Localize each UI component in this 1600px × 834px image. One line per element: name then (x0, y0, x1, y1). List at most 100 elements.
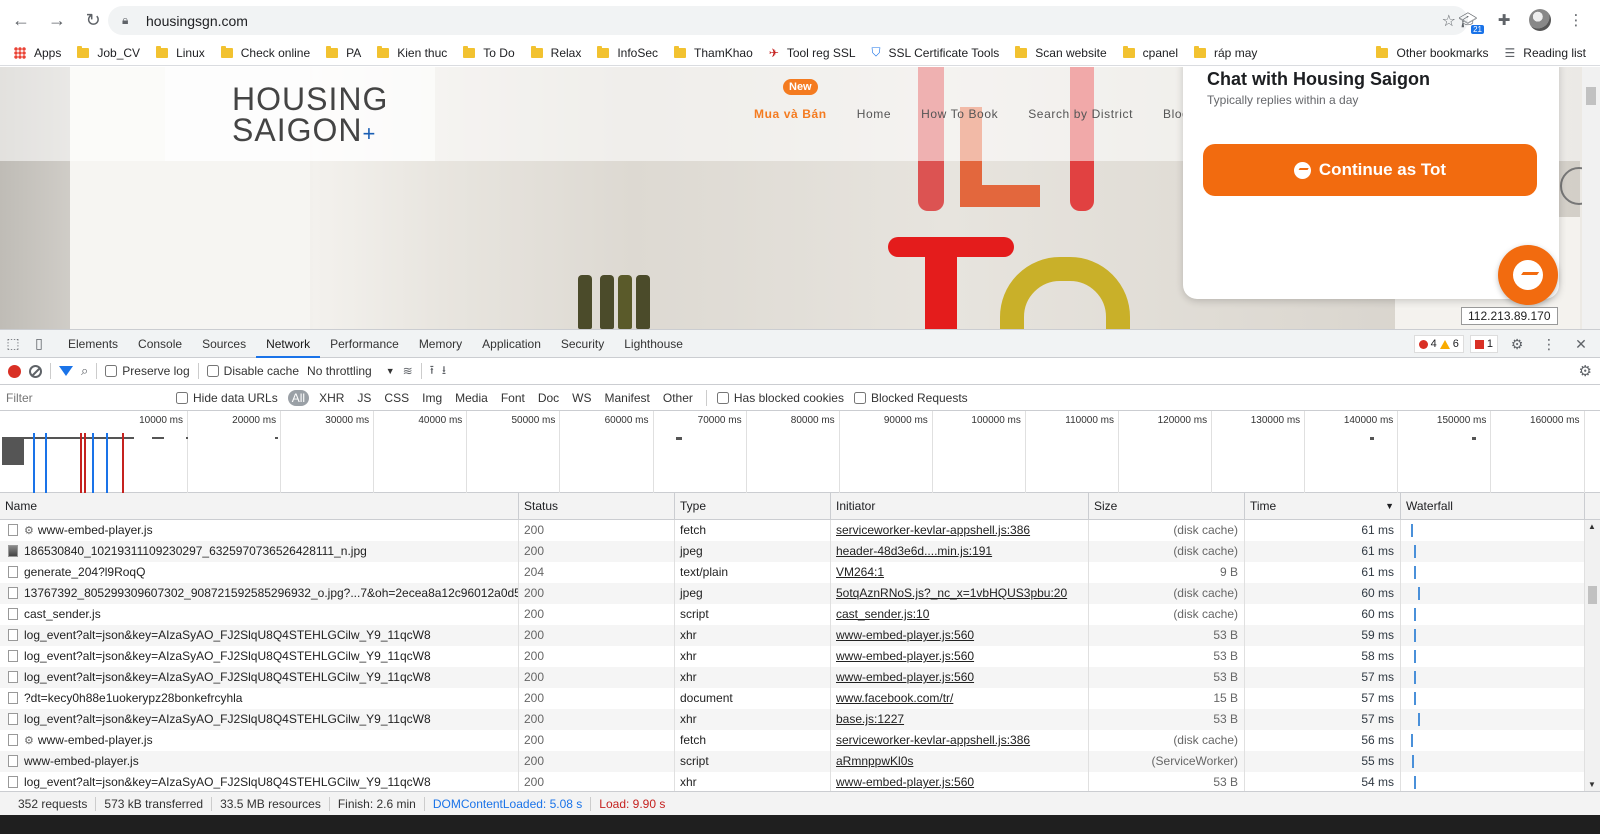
request-name[interactable]: 186530840_10219311109230297_632597073652… (0, 541, 519, 562)
type-filter-manifest[interactable]: Manifest (602, 390, 653, 406)
column-header-type[interactable]: Type (675, 493, 831, 519)
bookmark-item[interactable]: ✈ Tool reg SSL (769, 46, 856, 60)
bookmark-item[interactable]: Scan website (1015, 45, 1107, 60)
table-row[interactable]: ⚙ www-embed-player.js 200 fetch serviceworke… (0, 520, 1585, 541)
filter-input[interactable] (6, 387, 166, 408)
request-name[interactable]: log_event?alt=json&key=AIzaSyAO_FJ2SlqU8… (0, 646, 519, 667)
continue-chat-button[interactable]: Continue as Tot (1203, 144, 1537, 196)
type-filter-css[interactable]: CSS (381, 390, 412, 406)
settings-gear-icon[interactable]: ⚙ (1504, 331, 1530, 357)
request-name[interactable]: cast_sender.js (0, 604, 519, 625)
export-har-icon[interactable]: ⭳ (442, 361, 446, 382)
back-icon[interactable]: ← (6, 5, 36, 35)
table-row[interactable]: ?dt=kecy0h88e1uokerypz28bonkefrcyhla 200 d… (0, 688, 1585, 709)
request-initiator[interactable]: www-embed-player.js:560 (831, 667, 1089, 688)
nav-how-to-book[interactable]: How To Book (921, 107, 998, 121)
inspect-element-icon[interactable]: ⬚ (0, 331, 26, 357)
request-name[interactable]: ⚙ www-embed-player.js (0, 520, 519, 541)
request-initiator[interactable]: serviceworker-kevlar-appshell.js:386 (831, 730, 1089, 751)
table-row[interactable]: 13767392_805299309607302_908721592585296… (0, 583, 1585, 604)
type-filter-ws[interactable]: WS (569, 390, 594, 406)
bookmark-item[interactable]: ráp may (1194, 45, 1257, 60)
table-row[interactable]: generate_204?l9RoqQ 204 text/plain VM264:1 9… (0, 562, 1585, 583)
tab-application[interactable]: Application (472, 330, 551, 358)
type-filter-font[interactable]: Font (498, 390, 528, 406)
bookmark-item[interactable]: Job_CV (77, 45, 140, 60)
bookmark-item[interactable]: PA (326, 45, 361, 60)
column-header-name[interactable]: Name (0, 493, 519, 519)
request-initiator[interactable]: www-embed-player.js:560 (831, 646, 1089, 667)
bookmark-item[interactable]: Relax (530, 45, 581, 60)
error-warning-counter[interactable]: 4 6 (1413, 335, 1464, 353)
column-header-status[interactable]: Status (519, 493, 675, 519)
tab-elements[interactable]: Elements (58, 330, 128, 358)
grid-scrollbar[interactable]: ▲ ▼ (1585, 520, 1600, 791)
filter-toggle-icon[interactable] (59, 366, 73, 376)
more-options-icon[interactable]: ⋮ (1536, 331, 1562, 357)
extension-cap-icon[interactable]: 🎓︎ 21 (1456, 8, 1484, 34)
throttling-select[interactable]: No throttling ▼ (307, 364, 395, 378)
table-row[interactable]: cast_sender.js 200 script cast_sender.js:10… (0, 604, 1585, 625)
reload-icon[interactable]: ↻ (78, 5, 108, 35)
device-toolbar-icon[interactable]: ▯ (26, 331, 52, 357)
type-filter-media[interactable]: Media (452, 390, 491, 406)
tab-sources[interactable]: Sources (192, 330, 256, 358)
bookmark-item[interactable]: cpanel (1122, 45, 1178, 60)
bookmark-item[interactable]: To Do (463, 45, 515, 60)
request-name[interactable]: 13767392_805299309607302_908721592585296… (0, 583, 519, 604)
clear-button[interactable] (29, 364, 42, 378)
column-header-waterfall[interactable]: Waterfall (1401, 493, 1585, 519)
forward-icon[interactable]: → (42, 5, 72, 35)
bookmark-item[interactable]: Linux (156, 45, 205, 60)
table-row[interactable]: log_event?alt=json&key=AIzaSyAO_FJ2SlqU8… (0, 667, 1585, 688)
request-initiator[interactable]: VM264:1 (831, 562, 1089, 583)
tab-lighthouse[interactable]: Lighthouse (614, 330, 693, 358)
request-initiator[interactable]: serviceworker-kevlar-appshell.js:386 (831, 520, 1089, 541)
table-row[interactable]: 186530840_10219311109230297_632597073652… (0, 541, 1585, 562)
menu-dots-icon[interactable]: ⋮ (1564, 8, 1588, 32)
type-filter-all[interactable]: All (287, 389, 310, 406)
request-initiator[interactable]: base.js:1227 (831, 709, 1089, 730)
blocked-requests-checkbox[interactable]: Blocked Requests (853, 391, 968, 405)
address-bar[interactable]: 🔒︎ housingsgn.com ☆ (108, 6, 1468, 35)
request-name[interactable]: log_event?alt=json&key=AIzaSyAO_FJ2SlqU8… (0, 772, 519, 791)
bookmark-item[interactable]: Check online (220, 45, 310, 60)
table-row[interactable]: www-embed-player.js 200 script aRmnppwKl0s(… (0, 751, 1585, 772)
request-initiator[interactable]: cast_sender.js:10 (831, 604, 1089, 625)
bookmark-item[interactable]: InfoSec (597, 45, 658, 60)
request-name[interactable]: ?dt=kecy0h88e1uokerypz28bonkefrcyhla (0, 688, 519, 709)
nav-mua-ban[interactable]: Mua và Bán (754, 107, 827, 121)
bookmark-item[interactable]: Apps (14, 46, 61, 60)
preserve-log-checkbox[interactable]: Preserve log (105, 364, 190, 378)
extensions-puzzle-icon[interactable]: ✚ (1492, 8, 1516, 32)
bookmark-item[interactable]: ThamKhao (674, 45, 753, 60)
request-initiator[interactable]: www-embed-player.js:560 (831, 625, 1089, 646)
other-bookmarks[interactable]: Other bookmarks (1376, 46, 1489, 60)
network-overview-timeline[interactable]: 10000 ms 20000 ms 30000 ms 40000 ms 50000 ms… (0, 411, 1600, 493)
hide-data-urls-checkbox[interactable]: Hide data URLs (176, 391, 278, 405)
network-conditions-icon[interactable]: ≋ (403, 364, 413, 378)
network-settings-icon[interactable]: ⚙ (1579, 362, 1592, 380)
table-row[interactable]: log_event?alt=json&key=AIzaSyAO_FJ2SlqU8… (0, 709, 1585, 730)
reading-list[interactable]: ☰ Reading list (1505, 46, 1586, 60)
request-name[interactable]: log_event?alt=json&key=AIzaSyAO_FJ2SlqU8… (0, 667, 519, 688)
search-icon[interactable]: ⌕ (81, 363, 88, 379)
request-initiator[interactable]: header-48d3e6d....min.js:191 (831, 541, 1089, 562)
table-row[interactable]: ⚙ www-embed-player.js 200 fetch serviceworke… (0, 730, 1585, 751)
table-row[interactable]: log_event?alt=json&key=AIzaSyAO_FJ2SlqU8… (0, 772, 1585, 791)
disable-cache-checkbox[interactable]: Disable cache (206, 364, 299, 378)
page-scrollbar[interactable] (1582, 67, 1600, 329)
nav-search-by-district[interactable]: Search by District (1028, 107, 1133, 121)
table-row[interactable]: log_event?alt=json&key=AIzaSyAO_FJ2SlqU8… (0, 625, 1585, 646)
has-blocked-cookies-checkbox[interactable]: Has blocked cookies (716, 391, 844, 405)
column-header-size[interactable]: Size (1089, 493, 1245, 519)
close-devtools-icon[interactable]: ✕ (1568, 331, 1594, 357)
column-header-initiator[interactable]: Initiator (831, 493, 1089, 519)
tab-console[interactable]: Console (128, 330, 192, 358)
request-initiator[interactable]: 5otqAznRNoS.js?_nc_x=1vbHQUS3pbu:20 (831, 583, 1089, 604)
bookmark-star-icon[interactable]: ☆ (1442, 11, 1456, 31)
tab-network[interactable]: Network (256, 330, 321, 358)
type-filter-js[interactable]: JS (354, 390, 374, 406)
request-name[interactable]: log_event?alt=json&key=AIzaSyAO_FJ2SlqU8… (0, 709, 519, 730)
request-name[interactable]: ⚙ www-embed-player.js (0, 730, 519, 751)
